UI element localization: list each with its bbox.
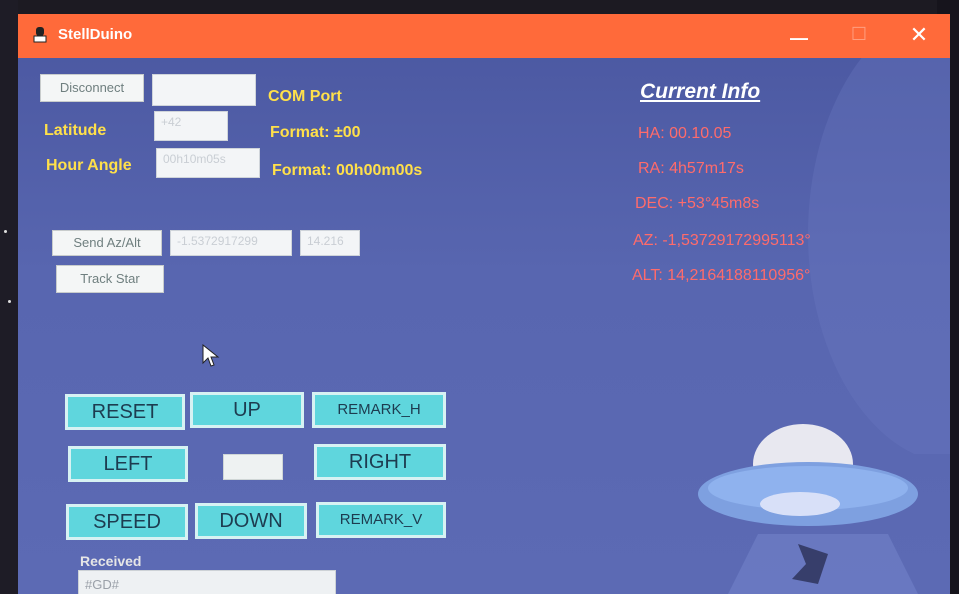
hour-angle-format-label: Format: 00h00m00s [272, 162, 423, 179]
close-button[interactable]: ✕ [904, 22, 934, 48]
down-button[interactable]: DOWN [195, 503, 307, 539]
mouse-pointer-icon [202, 344, 220, 367]
speed-button[interactable]: SPEED [66, 504, 188, 540]
azimuth-field[interactable]: -1.5372917299 [170, 230, 292, 256]
monitor-bezel-left [0, 0, 18, 594]
track-star-button[interactable]: Track Star [56, 265, 164, 293]
received-label: Received [80, 553, 142, 569]
latitude-label: Latitude [44, 122, 107, 139]
latitude-format-label: Format: ±00 [270, 124, 361, 141]
remark-h-button[interactable]: REMARK_H [312, 392, 446, 428]
com-port-field[interactable] [152, 74, 256, 106]
current-info-title: Current Info [640, 80, 761, 103]
latitude-field[interactable]: +42 [154, 111, 228, 141]
maximize-button[interactable]: ☐ [844, 24, 874, 45]
right-button[interactable]: RIGHT [314, 444, 446, 480]
minimize-button[interactable]: — [784, 28, 814, 49]
background-star [4, 230, 7, 233]
info-ha: HA: 00.10.05 [638, 125, 732, 142]
background-star [8, 300, 11, 303]
com-port-label: COM Port [268, 88, 342, 105]
info-ra: RA: 4h57m17s [638, 160, 744, 177]
title-bar[interactable]: StellDuino — ☐ ✕ [18, 14, 950, 58]
ufo-icon [698, 424, 918, 594]
left-button[interactable]: LEFT [68, 446, 188, 482]
telescope-icon [33, 27, 47, 43]
send-azalt-button[interactable]: Send Az/Alt [52, 230, 162, 256]
remark-v-button[interactable]: REMARK_V [316, 502, 446, 538]
monitor-bezel-top [0, 0, 959, 14]
step-indicator-field[interactable] [223, 454, 283, 480]
app-window: StellDuino — ☐ ✕ Disconnect COM Port Lat… [18, 14, 950, 594]
altitude-field[interactable]: 14.216 [300, 230, 360, 256]
info-alt: ALT: 14,2164188110956° [632, 267, 811, 284]
info-dec: DEC: +53°45m8s [635, 195, 760, 212]
hour-angle-label: Hour Angle [46, 157, 132, 174]
info-az: AZ: -1,53729172995113° [633, 232, 811, 249]
received-field[interactable]: #GD# [78, 570, 336, 594]
reset-button[interactable]: RESET [65, 394, 185, 430]
hour-angle-field[interactable]: 00h10m05s [156, 148, 260, 178]
up-button[interactable]: UP [190, 392, 304, 428]
disconnect-button[interactable]: Disconnect [40, 74, 144, 102]
window-title: StellDuino [58, 26, 133, 43]
